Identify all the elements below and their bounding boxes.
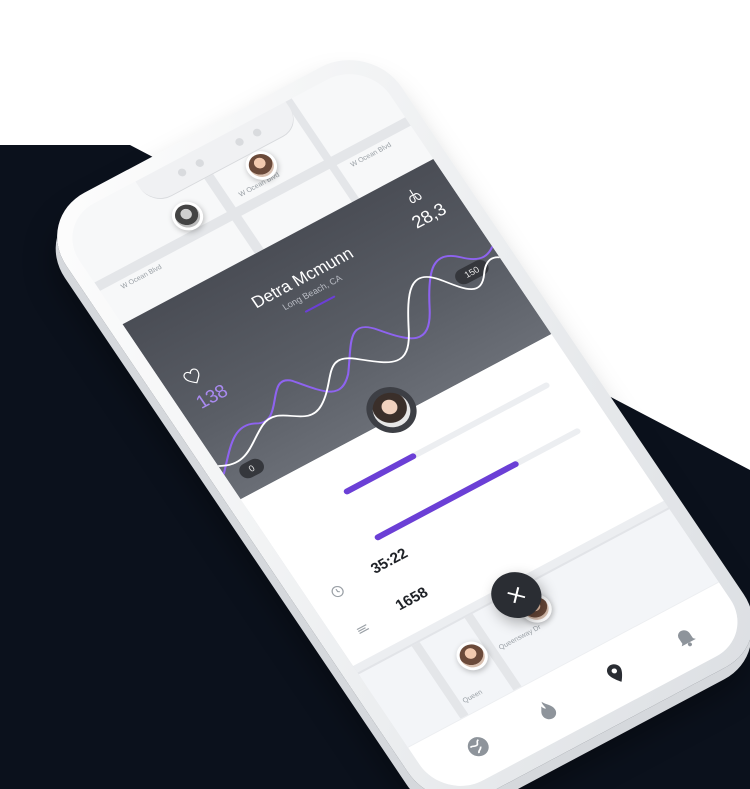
clock-icon xyxy=(331,585,344,598)
distance-icon xyxy=(356,624,370,634)
time-progress-fill xyxy=(342,452,418,496)
sensor-dot xyxy=(194,157,206,169)
road-label: Queensway Dr xyxy=(497,623,543,652)
bell-icon xyxy=(678,630,696,647)
tab-flame[interactable] xyxy=(527,692,567,728)
close-icon xyxy=(507,586,526,604)
phone-mockup: W Ocean Blvd W Ocean Blvd W Ocean Blvd D… xyxy=(0,0,750,789)
tab-notifications[interactable] xyxy=(665,619,705,655)
road-label: Queen xyxy=(461,689,485,705)
globe-icon xyxy=(467,737,489,757)
count-value: 1658 xyxy=(392,584,432,614)
tab-location[interactable] xyxy=(596,655,636,691)
flame-icon xyxy=(541,701,557,720)
phone-frame: W Ocean Blvd W Ocean Blvd W Ocean Blvd D… xyxy=(34,40,750,789)
location-pin-icon xyxy=(606,664,623,682)
sensor-dot xyxy=(251,127,263,138)
sensor-dot xyxy=(176,167,188,178)
time-value: 35:22 xyxy=(367,545,412,578)
tab-globe[interactable] xyxy=(458,728,498,764)
phone-screen: W Ocean Blvd W Ocean Blvd W Ocean Blvd D… xyxy=(55,58,750,789)
count-progress-fill xyxy=(373,459,521,542)
sensor-dot xyxy=(233,136,246,148)
count-progress-track xyxy=(373,427,582,542)
